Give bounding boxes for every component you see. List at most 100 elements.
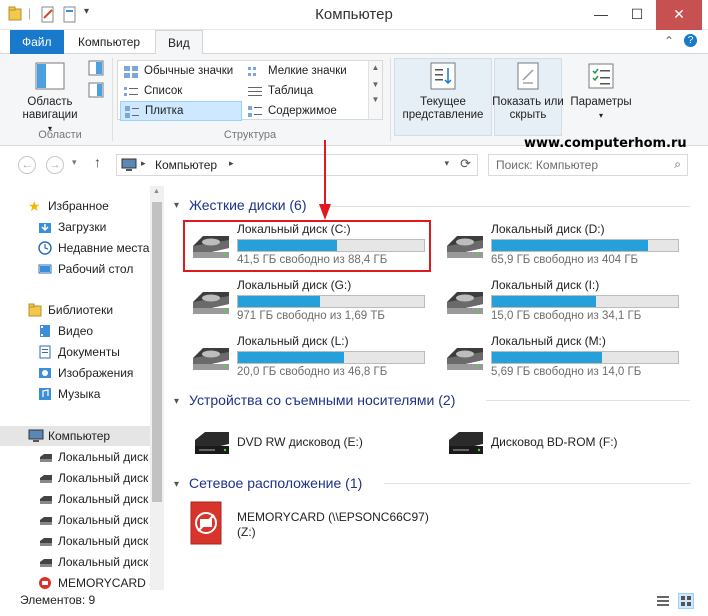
- show-hide-button[interactable]: Показать или скрыть: [492, 60, 564, 122]
- removable-device-tile[interactable]: Дисковод BD-ROM (F:): [439, 422, 689, 462]
- nav-favorites[interactable]: ★ Избранное: [0, 196, 109, 216]
- group-collapse-icon[interactable]: ▾: [174, 396, 179, 407]
- drive-icon: [38, 492, 52, 506]
- nav-recent-places[interactable]: Недавние места: [0, 238, 149, 258]
- nav-local-disk[interactable]: Локальный диск: [0, 552, 148, 572]
- drive-tile[interactable]: Локальный диск (D:) 65,9 ГБ свободно из …: [439, 222, 689, 270]
- large-icons-icon: [124, 65, 138, 78]
- nav-local-disk[interactable]: Локальный диск: [0, 489, 148, 509]
- nav-memorycard[interactable]: MEMORYCARD (: [0, 573, 153, 590]
- forward-button[interactable]: →: [46, 156, 64, 174]
- watermark-text: www.computerhom.ru: [524, 136, 687, 151]
- nav-local-disk[interactable]: Локальный диск: [0, 510, 148, 530]
- search-icon[interactable]: ⌕: [674, 157, 681, 172]
- tab-file[interactable]: Файл: [10, 30, 64, 54]
- nav-videos[interactable]: Видео: [0, 321, 93, 341]
- close-button[interactable]: ✕: [656, 0, 702, 30]
- drive-tile[interactable]: Локальный диск (I:) 15,0 ГБ свободно из …: [439, 278, 689, 326]
- drive-name: Локальный диск (I:): [491, 278, 600, 292]
- maximize-button[interactable]: ☐: [620, 0, 654, 30]
- nav-local-disk[interactable]: Локальный диск: [0, 447, 148, 467]
- layout-tiles[interactable]: Плитка: [120, 101, 242, 121]
- current-view-label: Текущее представление: [402, 96, 484, 121]
- network-location-tile[interactable]: MEMORYCARD (\\EPSONC66C97) (Z:): [185, 498, 435, 550]
- navigation-pane-button[interactable]: Область навигации ▾: [10, 60, 90, 135]
- layout-item-label: Плитка: [145, 105, 184, 117]
- search-box[interactable]: Поиск: Компьютер ⌕: [488, 154, 688, 176]
- drive-icon: [38, 555, 52, 569]
- nav-local-disk[interactable]: Локальный диск: [0, 531, 148, 551]
- nav-music[interactable]: Музыка: [0, 384, 100, 404]
- options-button[interactable]: Параметры ▾: [566, 60, 636, 122]
- back-button[interactable]: ←: [18, 156, 36, 174]
- details-view-icon[interactable]: [656, 594, 670, 611]
- refresh-icon[interactable]: ⟳: [460, 156, 471, 172]
- group-heading-removable[interactable]: Устройства со съемными носителями (2): [189, 392, 455, 408]
- documents-icon: [38, 345, 52, 359]
- layout-group-label: Структура: [223, 129, 277, 141]
- drive-icon: [38, 513, 52, 527]
- address-dropdown-icon[interactable]: ▾: [444, 158, 449, 169]
- address-bar[interactable]: ▸ Компьютер ▸ ▾ ⟳: [116, 154, 478, 176]
- layout-item-label: Содержимое: [268, 105, 337, 117]
- gallery-more-icon[interactable]: ▼: [369, 95, 382, 104]
- layout-details[interactable]: Таблица: [244, 81, 364, 101]
- up-button[interactable]: ↑: [94, 154, 101, 170]
- scroll-down-icon[interactable]: ▼: [369, 80, 382, 89]
- navigation-pane-scrollbar[interactable]: ▲: [150, 186, 164, 590]
- dvd-drive-icon: [191, 426, 231, 456]
- nav-label: Локальный диск: [58, 471, 149, 485]
- drive-tile[interactable]: Локальный диск (G:) 971 ГБ свободно из 1…: [185, 278, 435, 326]
- layout-gallery-scroll[interactable]: ▲ ▼ ▼: [368, 61, 382, 119]
- group-heading-hard-disks[interactable]: Жесткие диски (6): [189, 197, 307, 213]
- nav-pictures[interactable]: Изображения: [0, 363, 133, 383]
- search-input[interactable]: Поиск: Компьютер: [496, 158, 598, 172]
- scroll-up-icon[interactable]: ▲: [153, 188, 160, 195]
- network-name: MEMORYCARD (\\EPSONC66C97): [237, 510, 429, 524]
- computer-icon: [28, 429, 44, 443]
- tiles-view-icon[interactable]: [678, 593, 694, 609]
- network-drive-icon: [38, 576, 52, 590]
- group-collapse-icon[interactable]: ▾: [174, 200, 179, 211]
- layout-large-icons[interactable]: Обычные значки: [120, 61, 240, 81]
- show-hide-label: Показать или скрыть: [492, 96, 564, 121]
- nav-documents[interactable]: Документы: [0, 342, 120, 362]
- breadcrumb-chevron-icon[interactable]: ▸: [229, 158, 234, 169]
- content-icon: [248, 105, 262, 117]
- drive-free-space: 15,0 ГБ свободно из 34,1 ГБ: [491, 310, 642, 322]
- drive-tile[interactable]: Локальный диск (M:) 5,69 ГБ свободно из …: [439, 334, 689, 382]
- tab-view[interactable]: Вид: [155, 30, 203, 55]
- removable-device-tile[interactable]: DVD RW дисковод (E:): [185, 422, 435, 462]
- scrollbar-thumb[interactable]: [152, 202, 162, 502]
- nav-desktop[interactable]: Рабочий стол: [0, 259, 133, 279]
- layout-item-label: Таблица: [268, 85, 314, 97]
- details-pane-icon[interactable]: [88, 82, 104, 101]
- drive-usage-bar: [237, 351, 425, 364]
- drive-usage-fill: [238, 296, 320, 307]
- nav-local-disk[interactable]: Локальный диск: [0, 468, 148, 488]
- tab-computer[interactable]: Компьютер: [66, 30, 152, 54]
- group-heading-network[interactable]: Сетевое расположение (1): [189, 475, 362, 491]
- drive-tile[interactable]: Локальный диск (L:) 20,0 ГБ свободно из …: [185, 334, 435, 382]
- layout-list[interactable]: Список: [120, 81, 240, 101]
- drive-free-space: 5,69 ГБ свободно из 14,0 ГБ: [491, 366, 642, 378]
- group-collapse-icon[interactable]: ▾: [174, 479, 179, 490]
- layout-content[interactable]: Содержимое: [244, 101, 364, 121]
- nav-downloads[interactable]: Загрузки: [0, 217, 106, 237]
- help-icon[interactable]: ?: [684, 34, 697, 47]
- scroll-up-icon[interactable]: ▲: [369, 63, 382, 72]
- breadcrumb-chevron-icon[interactable]: ▸: [141, 158, 146, 169]
- layout-small-icons[interactable]: Мелкие значки: [244, 61, 364, 81]
- minimize-button[interactable]: —: [584, 0, 618, 30]
- nav-label: Недавние места: [58, 241, 150, 255]
- nav-computer[interactable]: Компьютер: [0, 426, 150, 446]
- current-view-button[interactable]: Текущее представление: [394, 60, 492, 122]
- network-drive-icon: [189, 500, 223, 546]
- hard-drive-icon: [445, 286, 485, 316]
- nav-libraries[interactable]: Библиотеки: [0, 300, 113, 320]
- nav-label: Локальный диск: [58, 555, 149, 569]
- navigation-bar: ← → ▾ ↑ ▸ Компьютер ▸ ▾ ⟳ Поиск: Компьют…: [0, 148, 708, 182]
- preview-pane-icon[interactable]: [88, 60, 104, 79]
- recent-locations-icon[interactable]: ▾: [72, 157, 77, 168]
- ribbon-collapse-icon[interactable]: ⌃: [664, 34, 674, 48]
